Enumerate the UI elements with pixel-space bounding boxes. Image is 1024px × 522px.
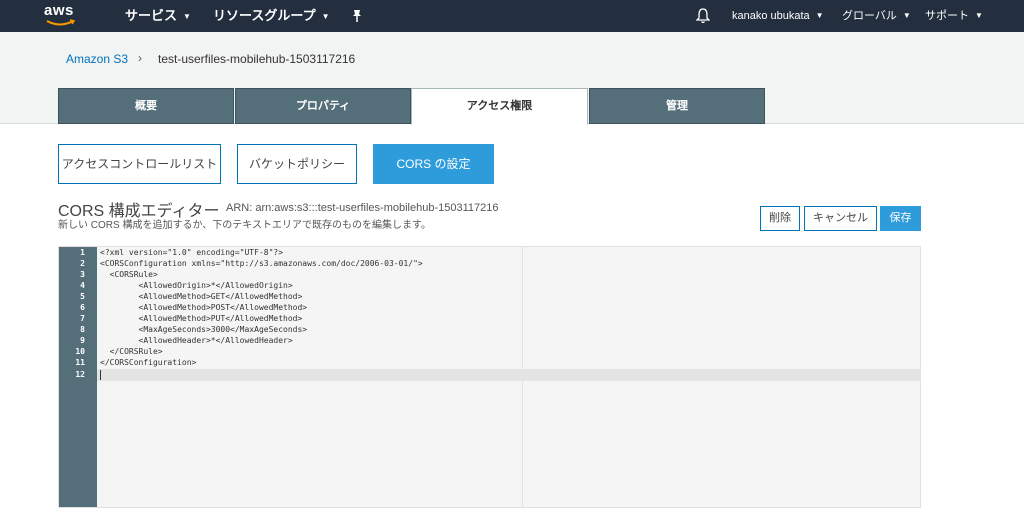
delete-button[interactable]: 削除 <box>760 206 800 231</box>
user-menu[interactable]: kanako ubukata ▼ <box>732 0 824 32</box>
editor-description: 新しい CORS 構成を追加するか、下のテキストエリアで既存のものを編集します。 <box>58 220 431 231</box>
code-line[interactable]: <AllowedMethod>GET</AllowedMethod> <box>100 291 303 302</box>
chevron-down-icon: ▼ <box>815 11 824 20</box>
code-line[interactable]: </CORSConfiguration> <box>100 357 196 368</box>
code-line[interactable]: <AllowedOrigin>*</AllowedOrigin> <box>100 280 293 291</box>
line-number: 11 <box>75 358 85 367</box>
text-cursor <box>100 370 101 380</box>
code-line[interactable]: <?xml version="1.0" encoding="UTF-8"?> <box>100 247 283 258</box>
bell-icon[interactable] <box>696 8 710 24</box>
line-number: 10 <box>75 347 85 356</box>
line-number: 5 <box>80 292 85 301</box>
line-number: 2 <box>80 259 85 268</box>
active-line-highlight <box>97 369 921 381</box>
code-line[interactable]: <MaxAgeSeconds>3000</MaxAgeSeconds> <box>100 324 308 335</box>
services-label: サービス <box>125 8 178 23</box>
resource-groups-label: リソースグループ <box>213 8 316 23</box>
code-line[interactable]: <AllowedMethod>PUT</AllowedMethod> <box>100 313 303 324</box>
bucket-policy-button[interactable]: バケットポリシー <box>237 144 357 184</box>
chevron-down-icon: ▼ <box>902 11 911 20</box>
line-number: 7 <box>80 314 85 323</box>
cancel-button[interactable]: キャンセル <box>804 206 877 231</box>
line-number: 6 <box>80 303 85 312</box>
user-name: kanako ubukata <box>732 10 810 22</box>
bucket-arn: ARN: arn:aws:s3:::test-userfiles-mobileh… <box>226 202 499 214</box>
line-number: 8 <box>80 325 85 334</box>
chevron-down-icon: ▼ <box>321 12 330 21</box>
code-line[interactable]: <AllowedHeader>*</AllowedHeader> <box>100 335 293 346</box>
breadcrumb-current: test-userfiles-mobilehub-1503117216 <box>158 52 356 66</box>
access-control-list-button[interactable]: アクセスコントロールリスト <box>58 144 221 184</box>
tab-overview[interactable]: 概要 <box>58 88 234 124</box>
aws-smile-icon <box>46 19 76 26</box>
code-line[interactable]: <CORSConfiguration xmlns="http://s3.amaz… <box>100 258 423 269</box>
tab-management[interactable]: 管理 <box>589 88 765 124</box>
line-number-gutter: 1 2 3 4 5 6 7 8 9 10 11 12 <box>59 247 97 507</box>
aws-logo-text: aws <box>44 2 74 19</box>
breadcrumb-root-link[interactable]: Amazon S3 <box>66 52 128 66</box>
tab-permissions[interactable]: アクセス権限 <box>411 88 588 125</box>
region-menu[interactable]: グローバル ▼ <box>842 0 911 32</box>
line-number: 1 <box>80 248 85 257</box>
code-line[interactable]: <AllowedMethod>POST</AllowedMethod> <box>100 302 308 313</box>
tab-properties[interactable]: プロパティ <box>235 88 411 124</box>
chevron-down-icon: ▼ <box>975 11 983 20</box>
cors-code-editor[interactable]: 1 2 3 4 5 6 7 8 9 10 11 12 <?xml version… <box>58 246 921 508</box>
cors-configuration-button[interactable]: CORS の設定 <box>373 144 494 184</box>
services-menu[interactable]: サービス ▼ <box>125 0 191 32</box>
region-label: グローバル <box>842 10 897 22</box>
line-number: 3 <box>80 270 85 279</box>
support-label: サポート <box>925 10 969 22</box>
support-menu[interactable]: サポート ▼ <box>925 0 983 32</box>
line-number: 4 <box>80 281 85 290</box>
code-line[interactable]: </CORSRule> <box>100 346 163 357</box>
code-line[interactable]: <CORSRule> <box>100 269 158 280</box>
line-number: 12 <box>75 370 85 379</box>
breadcrumb-separator: › <box>138 51 142 65</box>
pin-icon[interactable] <box>350 9 364 23</box>
line-number: 9 <box>80 336 85 345</box>
save-button[interactable]: 保存 <box>880 206 921 231</box>
resource-groups-menu[interactable]: リソースグループ ▼ <box>213 0 330 32</box>
aws-logo[interactable]: aws <box>44 2 84 30</box>
top-navigation-bar: aws サービス ▼ リソースグループ ▼ kanako ubukata ▼ グローバ… <box>0 0 1024 32</box>
chevron-down-icon: ▼ <box>183 12 191 21</box>
